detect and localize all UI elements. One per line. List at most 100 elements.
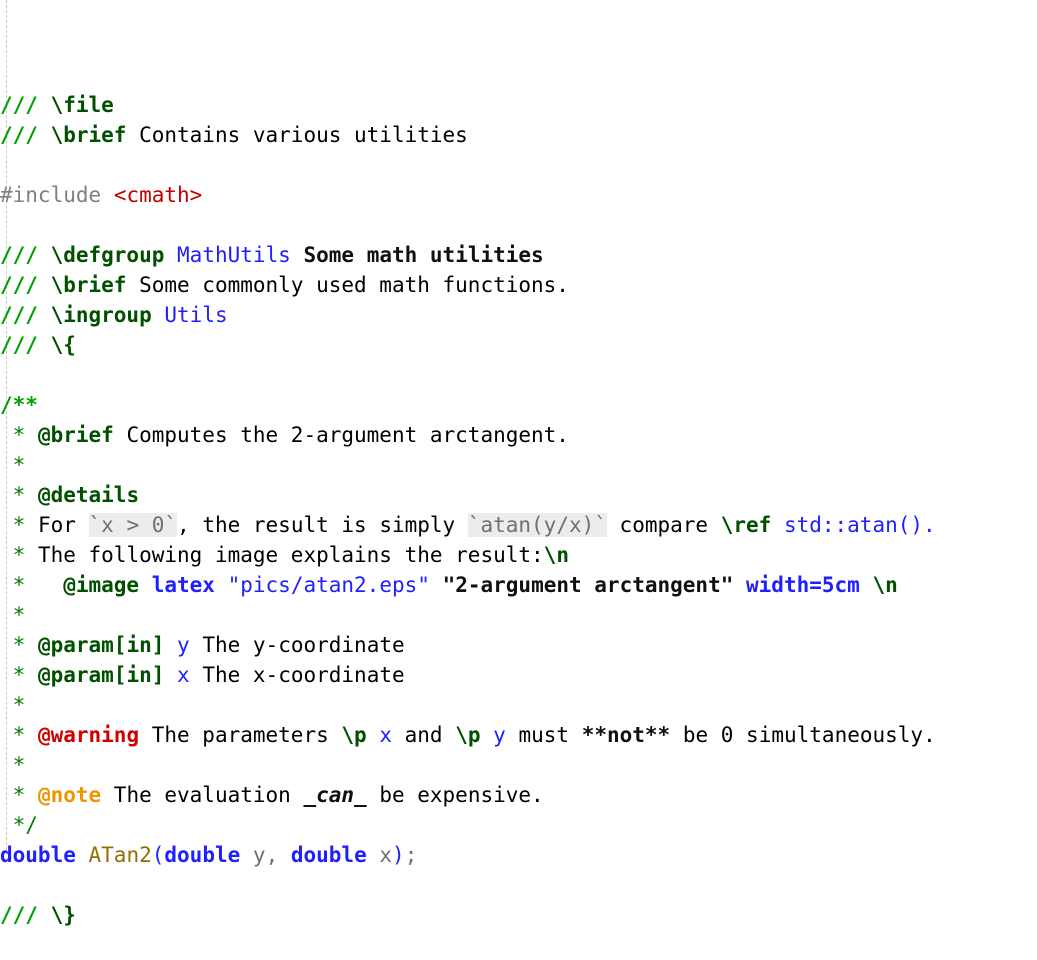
doxygen-command: \ingroup bbox=[50, 303, 152, 327]
emphasis-text: _can_ bbox=[303, 783, 367, 807]
comment-marker: /// bbox=[0, 273, 51, 297]
identifier: y bbox=[493, 723, 506, 747]
comment-marker: * bbox=[0, 603, 26, 627]
code-line: * @note The evaluation _can_ be expensiv… bbox=[0, 780, 1037, 810]
doxygen-command: \p bbox=[455, 723, 481, 747]
comment-marker: /** bbox=[0, 393, 38, 417]
comment-marker: * bbox=[0, 543, 38, 567]
comment-marker: /// bbox=[0, 123, 51, 147]
code-line: /// \file bbox=[0, 90, 1037, 120]
doxygen-command: \file bbox=[50, 93, 114, 117]
doxygen-command: @brief bbox=[37, 423, 114, 447]
variable-name: y bbox=[252, 843, 266, 867]
comment-text: The y-coordinate bbox=[189, 633, 405, 657]
comment-text: The x-coordinate bbox=[189, 663, 405, 687]
code-line: * For `x > 0`, the result is simply `ata… bbox=[0, 510, 1037, 540]
comment-marker: /// bbox=[0, 303, 51, 327]
warning-command: @warning bbox=[37, 723, 140, 747]
doxygen-command: \} bbox=[50, 903, 76, 927]
doxygen-command: @param[in] bbox=[37, 633, 165, 657]
doxygen-command: \brief bbox=[50, 273, 127, 297]
doxygen-command: @details bbox=[37, 483, 140, 507]
code-line: * @image latex "pics/atan2.eps" "2-argum… bbox=[0, 570, 1037, 600]
comment-text: compare bbox=[606, 513, 721, 537]
comment-marker: * bbox=[0, 483, 38, 507]
comment-marker: /// bbox=[0, 93, 51, 117]
keyword: double bbox=[164, 843, 241, 867]
doxygen-command: \ref bbox=[720, 513, 772, 537]
code-lines-container: /// \file/// \brief Contains various uti… bbox=[0, 90, 1037, 930]
code-line: * @brief Computes the 2-argument arctang… bbox=[0, 420, 1037, 450]
comment-text: Some commonly used math functions. bbox=[126, 273, 569, 297]
comment-text: and bbox=[392, 723, 456, 747]
comment-text: The parameters bbox=[139, 723, 342, 747]
code-line: * @param[in] x The x-coordinate bbox=[0, 660, 1037, 690]
identifier: x bbox=[177, 663, 190, 687]
code-line: /// \brief Some commonly used math funct… bbox=[0, 270, 1037, 300]
keyword: double bbox=[290, 843, 367, 867]
doxygen-command: \p bbox=[341, 723, 367, 747]
punctuation: ( bbox=[151, 843, 165, 867]
strong-text: Some math utilities bbox=[303, 243, 544, 267]
punctuation: ) bbox=[392, 843, 405, 867]
variable-name: , bbox=[265, 843, 291, 867]
comment-text: be 0 simultaneously. bbox=[670, 723, 936, 747]
doxygen-command: @param[in] bbox=[37, 663, 165, 687]
code-line: /// \defgroup MathUtils Some math utilit… bbox=[0, 240, 1037, 270]
comment-text: For bbox=[37, 513, 89, 537]
code-line: * bbox=[0, 750, 1037, 780]
identifier: Utils bbox=[164, 303, 228, 327]
comment-marker: */ bbox=[0, 813, 38, 837]
doxygen-command: @image bbox=[63, 573, 140, 597]
inline-code-span: `x > 0` bbox=[88, 513, 178, 537]
comment-marker: * bbox=[0, 783, 38, 807]
comment-marker: * bbox=[0, 513, 38, 537]
doxygen-command: \n bbox=[872, 573, 898, 597]
comment-marker: * bbox=[0, 663, 38, 687]
function-name: ATan2 bbox=[88, 843, 152, 867]
identifier: width=5cm bbox=[746, 573, 860, 597]
comment-marker: * bbox=[0, 423, 38, 447]
identifier: "pics/atan2.eps" bbox=[227, 573, 430, 597]
preprocessor-directive: #include bbox=[0, 183, 102, 207]
code-line: */ bbox=[0, 810, 1037, 840]
code-line: /// \{ bbox=[0, 330, 1037, 360]
code-line: * @param[in] y The y-coordinate bbox=[0, 630, 1037, 660]
variable-name: x bbox=[379, 843, 393, 867]
code-line: * bbox=[0, 600, 1037, 630]
comment-marker: * bbox=[0, 723, 38, 747]
identifier: latex bbox=[151, 573, 215, 597]
comment-marker: * bbox=[0, 453, 26, 477]
comment-marker: * bbox=[0, 573, 64, 597]
doxygen-command: \{ bbox=[50, 333, 76, 357]
code-line: * bbox=[0, 450, 1037, 480]
comment-marker: /// bbox=[0, 243, 51, 267]
identifier: MathUtils bbox=[177, 243, 291, 267]
code-listing[interactable]: /// \file/// \brief Contains various uti… bbox=[0, 0, 1037, 927]
comment-text: The evaluation bbox=[101, 783, 304, 807]
header-name: <cmath> bbox=[113, 183, 203, 207]
code-line: /// \ingroup Utils bbox=[0, 300, 1037, 330]
comment-marker: /// bbox=[0, 903, 51, 927]
doxygen-command: \n bbox=[543, 543, 569, 567]
comment-text: must bbox=[505, 723, 582, 747]
inline-code-span: `atan(y/x)` bbox=[467, 513, 607, 537]
comment-text: be expensive. bbox=[366, 783, 544, 807]
code-line: /** bbox=[0, 390, 1037, 420]
